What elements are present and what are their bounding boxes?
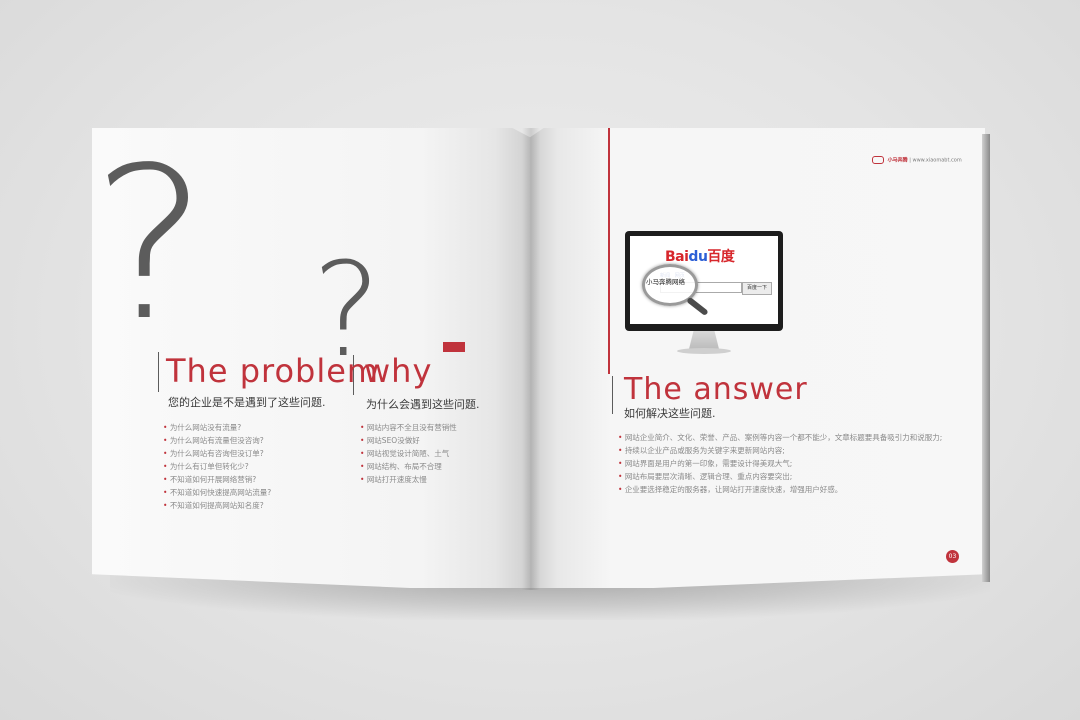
search-button: 百度一下: [742, 282, 772, 295]
magnifier-handle: [686, 296, 709, 317]
monitor-base: [677, 348, 731, 354]
list-item: 网站打开速度太慢: [360, 473, 457, 486]
why-subtitle: 为什么会遇到这些问题.: [366, 398, 480, 411]
list-item: 为什么网站没有流量?: [163, 421, 271, 434]
spine-shadow: [522, 128, 540, 590]
monitor-stand: [689, 331, 719, 349]
list-item: 网站布局要层次清晰、逻辑合理、重点内容要突出;: [618, 470, 942, 483]
problem-list: 为什么网站没有流量? 为什么网站有流量但没咨询? 为什么网站有咨询但没订单? 为…: [163, 421, 271, 512]
list-item: 网站视觉设计简陋、土气: [360, 447, 457, 460]
logo-cn: 百度: [707, 249, 735, 265]
header-logo: 小马奔腾 | www.xiaomabt.com: [872, 156, 962, 164]
why-title: why: [364, 352, 433, 390]
answer-list: 网站企业简介、文化、荣誉、产品、案例等内容一个都不能少，文章标题要具备吸引力和说…: [618, 431, 943, 496]
list-item: 不知道如何开展网络营销?: [163, 473, 271, 486]
large-question-mark: ?: [91, 122, 209, 367]
problem-subtitle: 您的企业是不是遇到了这些问题.: [168, 396, 326, 409]
list-item: 为什么网站有流量但没咨询?: [163, 434, 271, 447]
answer-title-line: [612, 376, 613, 414]
logo-du: du: [688, 249, 708, 265]
page-edge: [982, 134, 990, 582]
list-item: 不知道如何快速提高网站流量?: [163, 486, 271, 499]
answer-vertical-line: [608, 128, 610, 374]
list-item: 网站企业简介、文化、荣誉、产品、案例等内容一个都不能少，文章标题要具备吸引力和说…: [618, 431, 943, 444]
list-item: 网站结构、布局不合理: [360, 460, 457, 473]
answer-title: The answer: [624, 372, 808, 407]
header-url: www.xiaomabt.com: [912, 157, 962, 164]
list-item: 不知道如何提高网站知名度?: [163, 499, 271, 512]
answer-subtitle: 如何解决这些问题.: [624, 407, 716, 420]
monitor-screen: Baidu百度 新闻 网页 百度一下 小马奔腾网络: [625, 231, 783, 331]
list-item: 企业要选择稳定的服务器，让网站打开速度快速，增强用户好感。: [618, 483, 942, 496]
list-item: 为什么有订单但转化少?: [163, 460, 271, 473]
logo-bai: Bai: [665, 249, 689, 265]
problem-title: The problem: [166, 352, 380, 390]
list-item: 网站内容不全且没有营销性: [360, 421, 457, 434]
problem-divider-line: [158, 352, 159, 392]
brochure-spread: ? ? The problem why 您的企业是不是遇到了这些问题. 为什么会…: [0, 0, 1080, 720]
list-item: 网站SEO没做好: [360, 434, 457, 447]
red-accent-block: [443, 342, 465, 352]
page-number-badge: 03: [946, 550, 959, 563]
logo-icon: [872, 156, 884, 164]
list-item: 为什么网站有咨询但没订单?: [163, 447, 271, 460]
logo-name: 小马奔腾: [887, 157, 908, 164]
magnified-search-text: 小马奔腾网络: [646, 278, 685, 286]
right-page: [530, 128, 985, 588]
list-item: 持续以企业产品或服务为关键字来更新网站内容;: [618, 444, 942, 457]
list-item: 网站界面是用户的第一印象，需要设计得美观大气;: [618, 457, 942, 470]
baidu-page: Baidu百度 新闻 网页 百度一下 小马奔腾网络: [630, 236, 778, 324]
monitor-illustration: Baidu百度 新闻 网页 百度一下 小马奔腾网络: [625, 231, 783, 358]
baidu-logo: Baidu百度: [665, 246, 735, 266]
why-list: 网站内容不全且没有营销性 网站SEO没做好 网站视觉设计简陋、土气 网站结构、布…: [360, 421, 457, 486]
